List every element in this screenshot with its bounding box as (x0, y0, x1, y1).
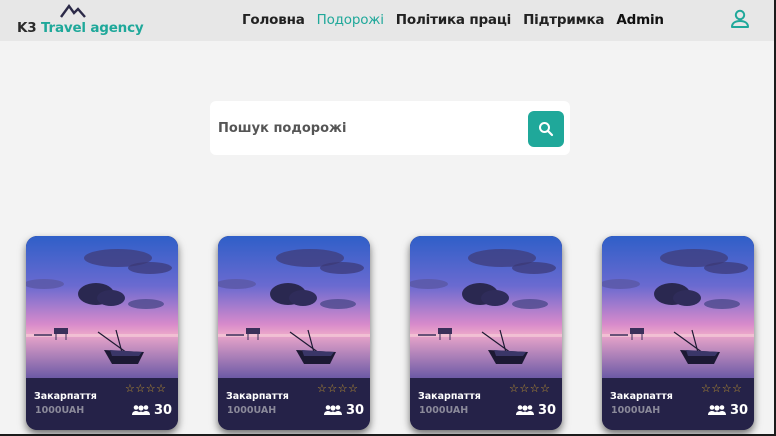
rating-stars[interactable]: ☆☆☆☆ (317, 382, 358, 395)
tour-card[interactable]: ☆☆☆☆ Закарпаття 1000UAH 30 (410, 236, 562, 430)
nav-item-admin[interactable]: Admin (616, 12, 664, 28)
nav-item-tours[interactable]: Подорожі (317, 12, 384, 28)
group-icon (132, 405, 150, 415)
tour-card-footer: ☆☆☆☆ Закарпаття 1000UAH 30 (218, 378, 370, 430)
tour-image (218, 236, 370, 378)
logo[interactable]: K3 Travel agency (17, 3, 144, 39)
tour-price: 1000UAH (419, 405, 469, 416)
search-input[interactable] (218, 113, 518, 143)
tour-card-footer: ☆☆☆☆ Закарпаття 1000UAH 30 (602, 378, 754, 430)
group-icon (708, 405, 726, 415)
logo-text: K3 Travel agency (17, 20, 144, 36)
tour-price: 1000UAH (35, 405, 85, 416)
user-icon[interactable] (729, 8, 751, 30)
search-bar (210, 101, 570, 155)
nav-item-home[interactable]: Головна (242, 12, 305, 28)
tour-card[interactable]: ☆☆☆☆ Закарпаття 1000UAH 30 (26, 236, 178, 430)
rating-stars[interactable]: ☆☆☆☆ (125, 382, 166, 395)
tour-image (410, 236, 562, 378)
search-icon (539, 122, 554, 137)
tour-card-footer: ☆☆☆☆ Закарпаття 1000UAH 30 (410, 378, 562, 430)
nav-item-work-policy[interactable]: Політика праці (396, 12, 511, 28)
tour-price: 1000UAH (611, 405, 661, 416)
logo-name: Travel agency (40, 20, 144, 36)
tour-capacity: 30 (323, 402, 364, 418)
rating-stars[interactable]: ☆☆☆☆ (701, 382, 742, 395)
nav-item-support[interactable]: Підтримка (523, 12, 604, 28)
tour-card-footer: ☆☆☆☆ Закарпаття 1000UAH 30 (26, 378, 178, 430)
tour-title: Закарпаття (34, 391, 97, 402)
mountains-icon (60, 3, 86, 18)
group-icon (324, 405, 342, 415)
tour-capacity-value: 30 (346, 402, 365, 418)
logo-prefix: K3 (17, 20, 37, 36)
tour-image (602, 236, 754, 378)
search-button[interactable] (528, 111, 564, 147)
tour-capacity-value: 30 (538, 402, 557, 418)
main-nav: Головна Подорожі Політика праці Підтримк… (242, 12, 664, 28)
top-navbar: K3 Travel agency Головна Подорожі Політи… (0, 0, 774, 41)
tour-title: Закарпаття (418, 391, 481, 402)
tour-capacity-value: 30 (154, 402, 173, 418)
page: K3 Travel agency Головна Подорожі Політи… (0, 0, 776, 436)
tour-card[interactable]: ☆☆☆☆ Закарпаття 1000UAH 30 (602, 236, 754, 430)
tour-title: Закарпаття (226, 391, 289, 402)
tour-capacity: 30 (707, 402, 748, 418)
tour-capacity-value: 30 (730, 402, 749, 418)
tour-capacity: 30 (131, 402, 172, 418)
rating-stars[interactable]: ☆☆☆☆ (509, 382, 550, 395)
tour-capacity: 30 (515, 402, 556, 418)
tour-card[interactable]: ☆☆☆☆ Закарпаття 1000UAH 30 (218, 236, 370, 430)
tour-price: 1000UAH (227, 405, 277, 416)
tour-image (26, 236, 178, 378)
tour-title: Закарпаття (610, 391, 673, 402)
group-icon (516, 405, 534, 415)
